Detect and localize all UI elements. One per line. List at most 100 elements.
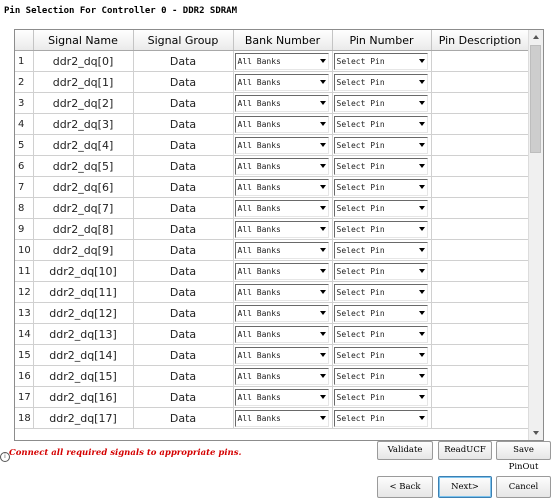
dropdown-arrow-icon[interactable]	[418, 247, 425, 252]
next-button[interactable]: Next>	[438, 476, 492, 498]
signal-group-cell[interactable]: Data	[133, 407, 234, 429]
column-header[interactable]: Signal Name	[33, 30, 134, 51]
dropdown-arrow-icon[interactable]	[319, 163, 326, 168]
dropdown-arrow-icon[interactable]	[319, 373, 326, 378]
signal-group-cell[interactable]: Data	[133, 260, 234, 282]
signal-group-cell[interactable]: Data	[133, 281, 234, 303]
signal-group-cell[interactable]: Data	[133, 176, 234, 198]
table-row[interactable]: 17 ddr2_dq[16] Data All Banks Select Pin	[15, 386, 530, 408]
table-row[interactable]: 8 ddr2_dq[7] Data All Banks Select Pin	[15, 197, 530, 219]
bank-number-dropdown[interactable]: All Banks	[234, 262, 329, 280]
pin-number-dropdown[interactable]: Select Pin	[333, 220, 428, 238]
dropdown-arrow-icon[interactable]	[319, 415, 326, 420]
signal-name-cell[interactable]: ddr2_dq[5]	[33, 155, 134, 177]
signal-group-cell[interactable]: Data	[133, 134, 234, 156]
table-row[interactable]: 6 ddr2_dq[5] Data All Banks Select Pin	[15, 155, 530, 177]
signal-name-cell[interactable]: ddr2_dq[15]	[33, 365, 134, 387]
dropdown-arrow-icon[interactable]	[319, 100, 326, 105]
signal-name-cell[interactable]: ddr2_dq[12]	[33, 302, 134, 324]
signal-name-cell[interactable]: ddr2_dq[14]	[33, 344, 134, 366]
bank-number-dropdown[interactable]: All Banks	[234, 241, 329, 259]
validate-button[interactable]: Validate	[377, 441, 433, 460]
table-row[interactable]: 3 ddr2_dq[2] Data All Banks Select Pin	[15, 92, 530, 114]
pin-number-dropdown[interactable]: Select Pin	[333, 367, 428, 385]
signal-name-cell[interactable]: ddr2_dq[7]	[33, 197, 134, 219]
dropdown-arrow-icon[interactable]	[418, 394, 425, 399]
signal-name-cell[interactable]: ddr2_dq[13]	[33, 323, 134, 345]
dropdown-arrow-icon[interactable]	[418, 142, 425, 147]
column-header[interactable]: Bank Number	[233, 30, 333, 51]
dropdown-arrow-icon[interactable]	[418, 100, 425, 105]
table-row[interactable]: 5 ddr2_dq[4] Data All Banks Select Pin	[15, 134, 530, 156]
read-ucf-button[interactable]: ReadUCF	[438, 441, 492, 460]
pin-number-dropdown[interactable]: Select Pin	[333, 241, 428, 259]
bank-number-dropdown[interactable]: All Banks	[234, 157, 329, 175]
pin-number-dropdown[interactable]: Select Pin	[333, 115, 428, 133]
pin-number-dropdown[interactable]: Select Pin	[333, 136, 428, 154]
bank-number-dropdown[interactable]: All Banks	[234, 94, 329, 112]
back-button[interactable]: < Back	[377, 476, 433, 498]
dropdown-arrow-icon[interactable]	[418, 58, 425, 63]
scroll-thumb[interactable]	[530, 45, 541, 153]
dropdown-arrow-icon[interactable]	[418, 331, 425, 336]
column-header[interactable]: Signal Group	[133, 30, 234, 51]
dropdown-arrow-icon[interactable]	[418, 268, 425, 273]
bank-number-dropdown[interactable]: All Banks	[234, 325, 329, 343]
signal-name-cell[interactable]: ddr2_dq[8]	[33, 218, 134, 240]
dropdown-arrow-icon[interactable]	[319, 247, 326, 252]
dropdown-arrow-icon[interactable]	[319, 310, 326, 315]
pin-number-dropdown[interactable]: Select Pin	[333, 52, 428, 70]
dropdown-arrow-icon[interactable]	[418, 121, 425, 126]
table-row[interactable]: 16 ddr2_dq[15] Data All Banks Select Pin	[15, 365, 530, 387]
pin-number-dropdown[interactable]: Select Pin	[333, 346, 428, 364]
signal-group-cell[interactable]: Data	[133, 344, 234, 366]
dropdown-arrow-icon[interactable]	[418, 79, 425, 84]
pin-number-dropdown[interactable]: Select Pin	[333, 304, 428, 322]
signal-name-cell[interactable]: ddr2_dq[6]	[33, 176, 134, 198]
bank-number-dropdown[interactable]: All Banks	[234, 220, 329, 238]
scroll-down-arrow-icon[interactable]	[529, 426, 543, 440]
dropdown-arrow-icon[interactable]	[319, 394, 326, 399]
bank-number-dropdown[interactable]: All Banks	[234, 136, 329, 154]
dropdown-arrow-icon[interactable]	[418, 163, 425, 168]
pin-number-dropdown[interactable]: Select Pin	[333, 178, 428, 196]
table-row[interactable]: 7 ddr2_dq[6] Data All Banks Select Pin	[15, 176, 530, 198]
signal-name-cell[interactable]: ddr2_dq[3]	[33, 113, 134, 135]
signal-name-cell[interactable]: ddr2_dq[10]	[33, 260, 134, 282]
dropdown-arrow-icon[interactable]	[319, 184, 326, 189]
signal-group-cell[interactable]: Data	[133, 218, 234, 240]
dropdown-arrow-icon[interactable]	[418, 205, 425, 210]
pin-number-dropdown[interactable]: Select Pin	[333, 199, 428, 217]
signal-group-cell[interactable]: Data	[133, 197, 234, 219]
dropdown-arrow-icon[interactable]	[319, 226, 326, 231]
signal-name-cell[interactable]: ddr2_dq[0]	[33, 50, 134, 72]
bank-number-dropdown[interactable]: All Banks	[234, 73, 329, 91]
table-row[interactable]: 2 ddr2_dq[1] Data All Banks Select Pin	[15, 71, 530, 93]
pin-number-dropdown[interactable]: Select Pin	[333, 283, 428, 301]
column-header[interactable]: Pin Number	[332, 30, 432, 51]
dropdown-arrow-icon[interactable]	[319, 289, 326, 294]
dropdown-arrow-icon[interactable]	[319, 205, 326, 210]
dropdown-arrow-icon[interactable]	[418, 184, 425, 189]
bank-number-dropdown[interactable]: All Banks	[234, 52, 329, 70]
column-header[interactable]: Pin Description	[431, 30, 530, 51]
table-row[interactable]: 10 ddr2_dq[9] Data All Banks Select Pin	[15, 239, 530, 261]
pin-number-dropdown[interactable]: Select Pin	[333, 157, 428, 175]
pin-number-dropdown[interactable]: Select Pin	[333, 409, 428, 427]
table-row[interactable]: 11 ddr2_dq[10] Data All Banks Select Pin	[15, 260, 530, 282]
dropdown-arrow-icon[interactable]	[418, 352, 425, 357]
signal-name-cell[interactable]: ddr2_dq[17]	[33, 407, 134, 429]
signal-group-cell[interactable]: Data	[133, 113, 234, 135]
bank-number-dropdown[interactable]: All Banks	[234, 199, 329, 217]
signal-group-cell[interactable]: Data	[133, 239, 234, 261]
pin-number-dropdown[interactable]: Select Pin	[333, 73, 428, 91]
signal-group-cell[interactable]: Data	[133, 386, 234, 408]
pin-number-dropdown[interactable]: Select Pin	[333, 94, 428, 112]
pin-number-dropdown[interactable]: Select Pin	[333, 262, 428, 280]
vertical-scrollbar[interactable]	[528, 30, 543, 440]
dropdown-arrow-icon[interactable]	[319, 79, 326, 84]
cancel-button[interactable]: Cancel	[496, 476, 551, 498]
table-row[interactable]: 4 ddr2_dq[3] Data All Banks Select Pin	[15, 113, 530, 135]
dropdown-arrow-icon[interactable]	[319, 58, 326, 63]
dropdown-arrow-icon[interactable]	[319, 142, 326, 147]
